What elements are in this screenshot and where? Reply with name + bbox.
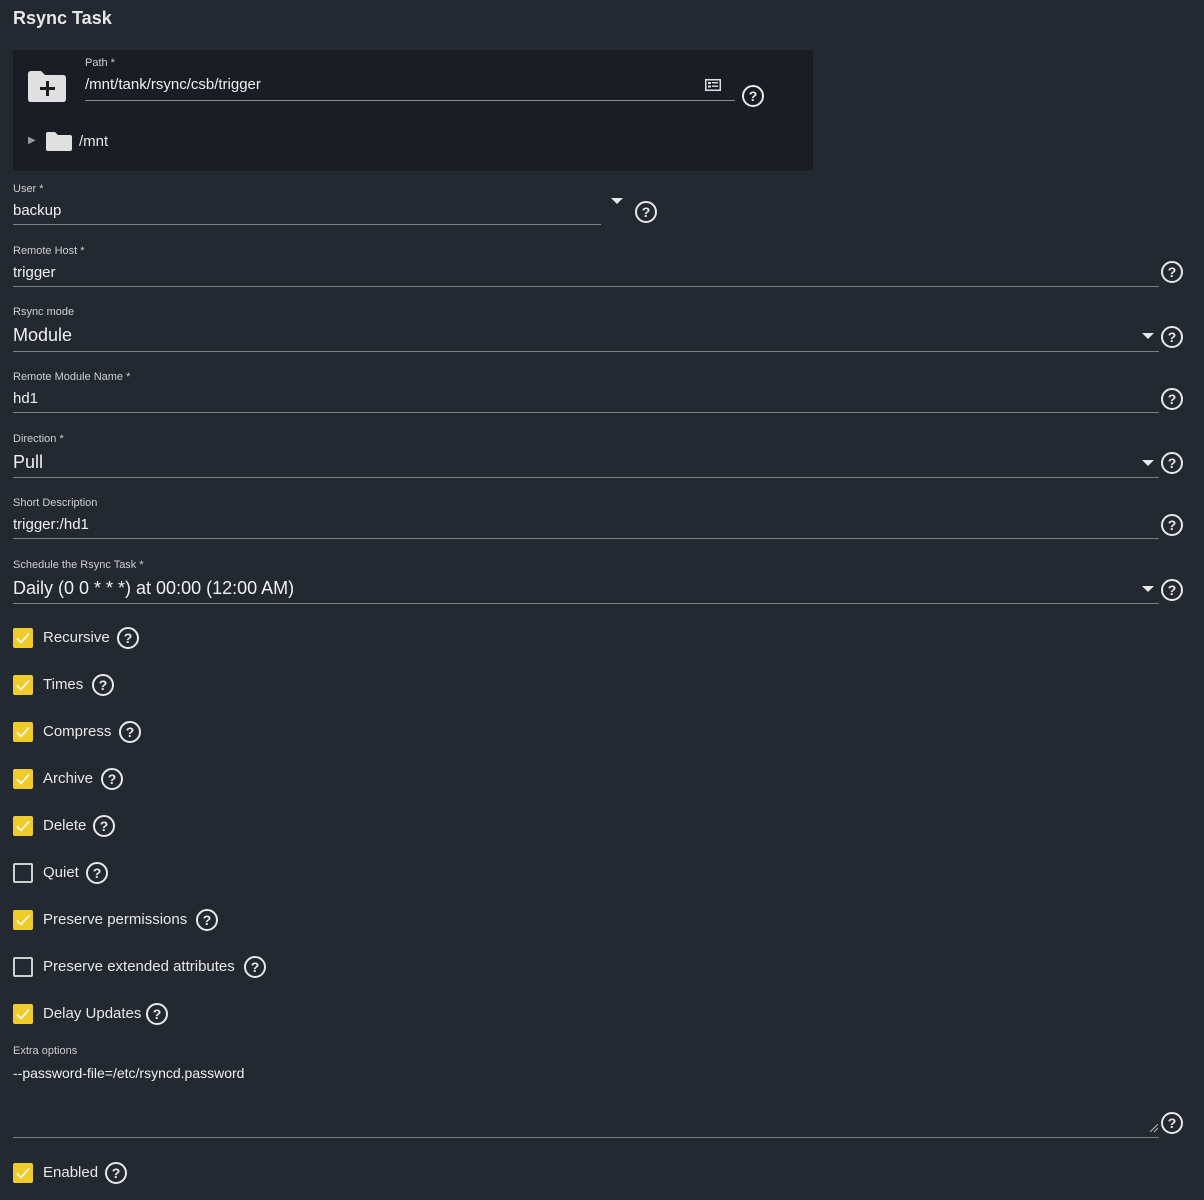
rsync-mode-help-icon[interactable]: ? xyxy=(1161,326,1183,348)
folder-icon xyxy=(46,132,72,151)
checkbox[interactable] xyxy=(13,628,33,648)
checkbox-label: Preserve extended attributes xyxy=(43,958,235,975)
compress-help-icon[interactable]: ? xyxy=(119,721,141,743)
check-icon xyxy=(16,914,30,926)
tree-node-mnt[interactable]: /mnt xyxy=(79,133,108,150)
checkbox[interactable] xyxy=(13,675,33,695)
remote-host-label: Remote Host * xyxy=(13,245,85,257)
extra-options-label: Extra options xyxy=(13,1045,78,1057)
folder-add-icon[interactable] xyxy=(28,70,66,102)
schedule-label: Schedule the Rsync Task * xyxy=(13,559,144,571)
extra-options-help-icon[interactable]: ? xyxy=(1161,1112,1183,1134)
extra-options-textarea[interactable]: --password-file=/etc/rsyncd.password xyxy=(13,1065,244,1081)
user-label: User * xyxy=(13,183,44,195)
remote-host-underline xyxy=(13,286,1159,287)
description-underline xyxy=(13,538,1159,539)
preserve-permissions-help-icon[interactable]: ? xyxy=(196,909,218,931)
direction-underline xyxy=(13,477,1159,478)
resize-handle-icon[interactable] xyxy=(1150,1124,1158,1132)
direction-select[interactable]: Pull xyxy=(13,452,43,473)
schedule-dropdown-icon[interactable] xyxy=(1142,586,1154,592)
times-help-icon[interactable]: ? xyxy=(92,674,114,696)
user-underline xyxy=(13,224,601,225)
rsync-mode-select[interactable]: Module xyxy=(13,325,72,346)
checkbox-label: Times xyxy=(43,676,84,693)
checkbox-label: Recursive xyxy=(43,629,110,646)
checkbox-label: Delay Updates xyxy=(43,1005,142,1022)
check-icon xyxy=(16,632,30,644)
user-field: User * backup ? xyxy=(13,183,663,227)
direction-label: Direction * xyxy=(13,433,64,445)
checkbox[interactable] xyxy=(13,816,33,836)
check-icon xyxy=(16,726,30,738)
archive-help-icon[interactable]: ? xyxy=(101,768,123,790)
path-explorer-panel: Path * /mnt/tank/rsync/csb/trigger ? ▶ /… xyxy=(13,50,813,171)
check-icon xyxy=(16,820,30,832)
checkbox[interactable] xyxy=(13,910,33,930)
preserve-extended-attributes-help-icon[interactable]: ? xyxy=(244,956,266,978)
path-underline xyxy=(85,100,735,101)
remote-module-input[interactable]: hd1 xyxy=(13,390,38,407)
user-dropdown-icon[interactable] xyxy=(611,198,623,204)
checkbox[interactable] xyxy=(13,863,33,883)
path-help-icon[interactable]: ? xyxy=(742,85,764,107)
remote-host-help-icon[interactable]: ? xyxy=(1161,261,1183,283)
path-label: Path * xyxy=(85,57,115,69)
extra-options-field: Extra options --password-file=/etc/rsync… xyxy=(13,1045,1188,1140)
schedule-help-icon[interactable]: ? xyxy=(1161,579,1183,601)
checkbox-label: Delete xyxy=(43,817,87,834)
enabled-help-icon[interactable]: ? xyxy=(105,1162,127,1184)
checkbox[interactable] xyxy=(13,1004,33,1024)
schedule-select[interactable]: Daily (0 0 * * *) at 00:00 (12:00 AM) xyxy=(13,578,294,599)
explorer-toggle-icon[interactable] xyxy=(705,79,721,91)
checkbox-label: Preserve permissions xyxy=(43,911,188,928)
rsync-mode-label: Rsync mode xyxy=(13,306,75,318)
user-select[interactable]: backup xyxy=(13,202,61,219)
rsync-mode-underline xyxy=(13,351,1159,352)
remote-module-underline xyxy=(13,412,1159,413)
schedule-underline xyxy=(13,603,1159,604)
enabled-label: Enabled xyxy=(43,1164,99,1181)
checkbox[interactable] xyxy=(13,769,33,789)
remote-module-field: Remote Module Name * hd1 ? xyxy=(13,371,1188,415)
enabled-checkbox[interactable] xyxy=(13,1163,33,1183)
description-help-icon[interactable]: ? xyxy=(1161,514,1183,536)
recursive-help-icon[interactable]: ? xyxy=(117,627,139,649)
delete-help-icon[interactable]: ? xyxy=(93,815,115,837)
page-title: Rsync Task xyxy=(13,8,112,28)
delay-updates-help-icon[interactable]: ? xyxy=(146,1003,168,1025)
remote-module-label: Remote Module Name * xyxy=(13,371,131,383)
check-icon xyxy=(16,679,30,691)
remote-module-help-icon[interactable]: ? xyxy=(1161,388,1183,410)
checkbox[interactable] xyxy=(13,957,33,977)
checkbox-label: Compress xyxy=(43,723,112,740)
direction-help-icon[interactable]: ? xyxy=(1161,452,1183,474)
tree-expand-icon[interactable]: ▶ xyxy=(28,135,36,146)
checkbox[interactable] xyxy=(13,722,33,742)
description-input[interactable]: trigger:/hd1 xyxy=(13,516,89,533)
quiet-help-icon[interactable]: ? xyxy=(86,862,108,884)
rsync-mode-field: Rsync mode Module ? xyxy=(13,306,1188,354)
path-input[interactable]: /mnt/tank/rsync/csb/trigger xyxy=(85,76,261,93)
check-icon xyxy=(16,1167,30,1179)
remote-host-input[interactable]: trigger xyxy=(13,264,56,281)
description-label: Short Description xyxy=(13,497,98,509)
checkbox-label: Archive xyxy=(43,770,94,787)
checkbox-label: Quiet xyxy=(43,864,79,881)
direction-dropdown-icon[interactable] xyxy=(1142,460,1154,466)
check-icon xyxy=(16,773,30,785)
direction-field: Direction * Pull ? xyxy=(13,433,1188,481)
schedule-field: Schedule the Rsync Task * Daily (0 0 * *… xyxy=(13,559,1188,607)
description-field: Short Description trigger:/hd1 ? xyxy=(13,497,1188,541)
remote-host-field: Remote Host * trigger ? xyxy=(13,245,1188,289)
extra-options-underline xyxy=(13,1137,1159,1138)
check-icon xyxy=(16,1008,30,1020)
user-help-icon[interactable]: ? xyxy=(635,201,657,223)
rsync-mode-dropdown-icon[interactable] xyxy=(1142,333,1154,339)
